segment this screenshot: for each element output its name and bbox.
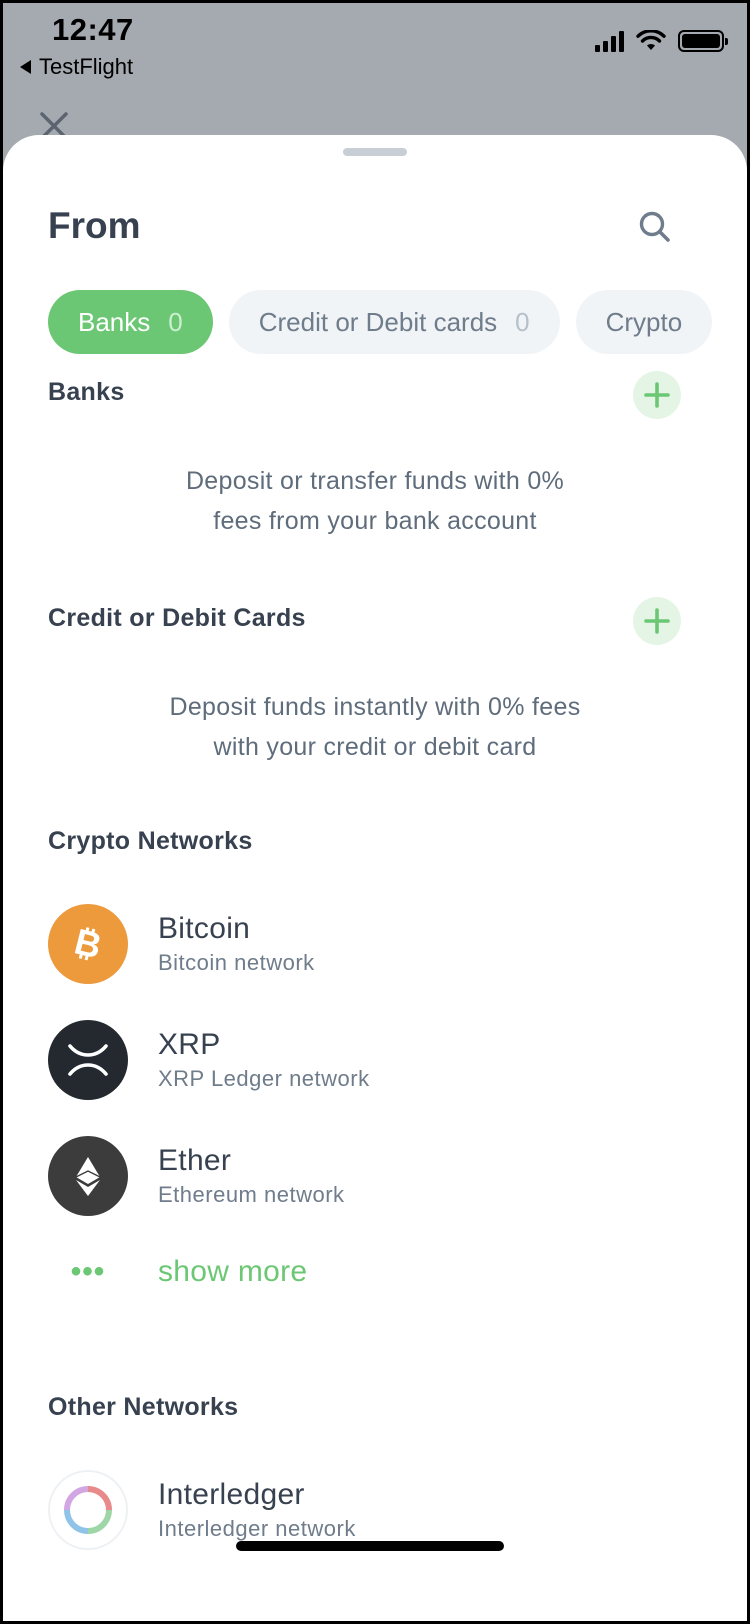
sheet-grabber[interactable] (343, 148, 407, 156)
ethereum-icon (48, 1136, 128, 1216)
network-description: Bitcoin network (158, 950, 315, 975)
network-name: Bitcoin (158, 912, 251, 945)
from-sheet: From Banks 0 Credit or Debit cards 0 Cry… (3, 135, 747, 1621)
show-more-label: show more (158, 1255, 308, 1288)
tab-label: Banks (78, 306, 151, 337)
bitcoin-icon: B (48, 904, 128, 984)
tab-crypto[interactable]: Crypto (575, 290, 713, 354)
back-to-app-link[interactable]: TestFlight (20, 54, 133, 80)
tab-label: Credit or Debit cards (258, 306, 498, 337)
home-indicator (236, 1541, 504, 1551)
network-description: Interledger network (158, 1516, 356, 1541)
sheet-title: From (48, 205, 141, 246)
cards-description: Deposit funds instantly with 0% fees wit… (169, 693, 581, 761)
search-icon[interactable] (635, 207, 675, 247)
wifi-icon (636, 30, 666, 50)
cards-heading: Credit or Debit Cards (48, 604, 306, 632)
xrp-icon (48, 1020, 128, 1100)
back-arrow-icon (20, 60, 31, 74)
status-bar: 12:47 TestFlight (0, 0, 750, 90)
cellular-signal-icon (595, 30, 624, 52)
network-item-bitcoin[interactable]: B Bitcoin Bitcoin network (48, 904, 315, 984)
tab-credit-debit-cards[interactable]: Credit or Debit cards 0 (228, 290, 560, 354)
add-bank-button[interactable] (633, 371, 681, 419)
add-card-button[interactable] (633, 597, 681, 645)
network-item-ether[interactable]: Ether Ethereum network (48, 1136, 345, 1216)
clock: 12:47 (52, 12, 134, 47)
battery-icon (678, 30, 728, 52)
network-description: Ethereum network (158, 1182, 345, 1207)
network-name: XRP (158, 1028, 221, 1061)
banks-description: Deposit or transfer funds with 0% fees f… (185, 467, 565, 535)
crypto-networks-heading: Crypto Networks (48, 827, 253, 855)
more-dots-icon: ••• (70, 1255, 106, 1288)
show-more-button[interactable]: ••• show more (48, 1255, 307, 1289)
banks-heading: Banks (48, 378, 125, 406)
plus-icon (644, 608, 670, 634)
network-item-interledger[interactable]: Interledger Interledger network (48, 1470, 356, 1550)
interledger-icon (48, 1470, 128, 1550)
network-name: Interledger (158, 1478, 305, 1511)
network-description: XRP Ledger network (158, 1066, 370, 1091)
network-name: Ether (158, 1144, 232, 1177)
system-icons (595, 30, 728, 52)
tab-count: 0 (168, 306, 183, 337)
other-networks-heading: Other Networks (48, 1393, 239, 1421)
plus-icon (644, 382, 670, 408)
back-app-label: TestFlight (39, 54, 134, 79)
tab-banks[interactable]: Banks 0 (48, 290, 213, 354)
tab-count: 0 (515, 306, 530, 337)
tab-label: Crypto (605, 306, 683, 337)
source-tabs: Banks 0 Credit or Debit cards 0 Crypto (48, 290, 713, 354)
network-item-xrp[interactable]: XRP XRP Ledger network (48, 1020, 370, 1100)
